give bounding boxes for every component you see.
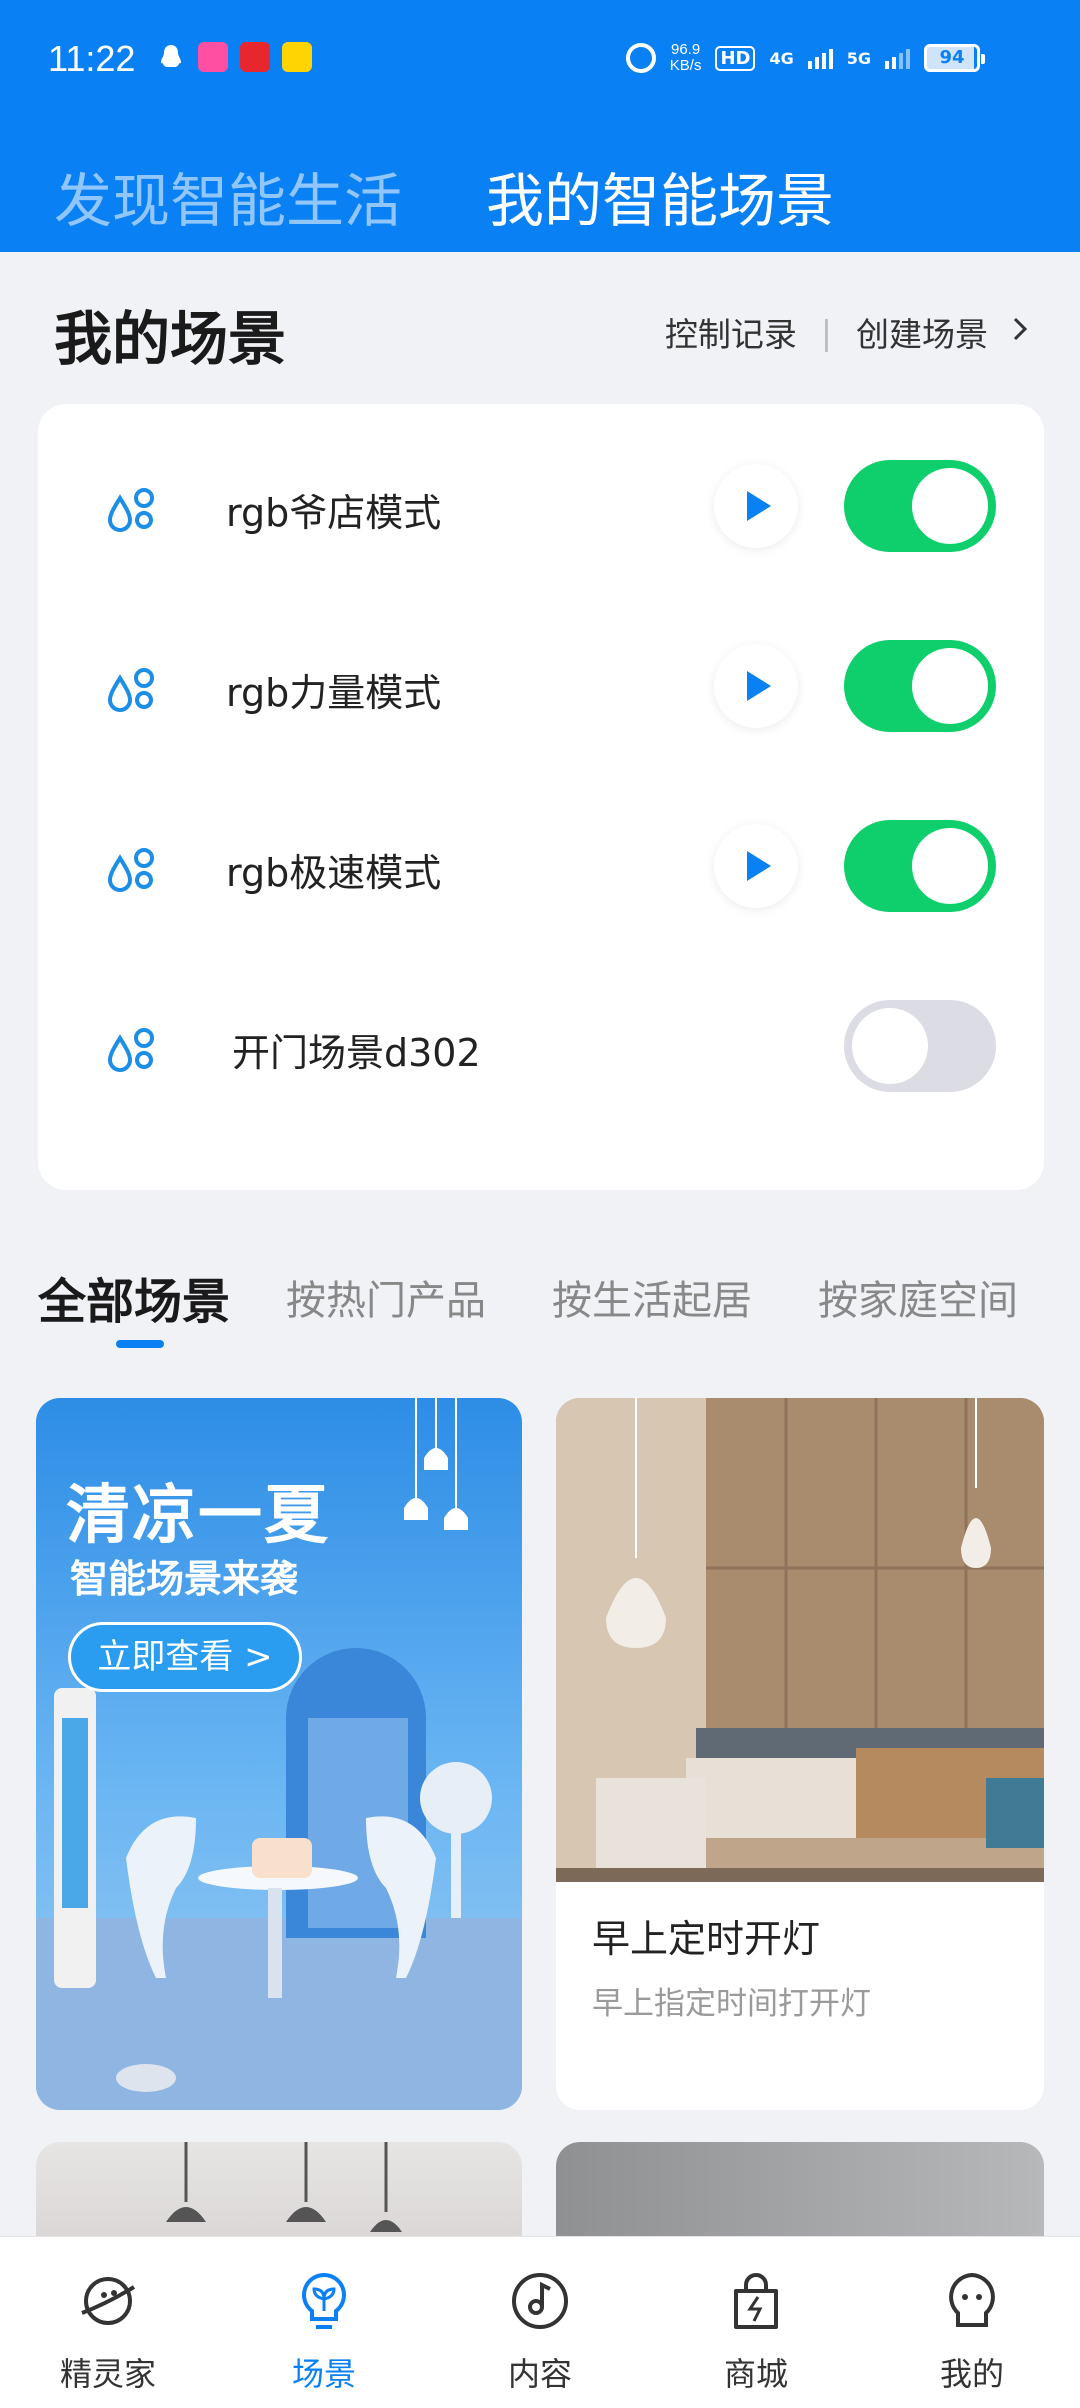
promo-title: 清凉一夏 xyxy=(66,1479,330,1553)
nav-item-mall[interactable]: 商城 xyxy=(648,2237,864,2408)
nav-item-content[interactable]: 内容 xyxy=(432,2237,648,2408)
my-scenes-title: 我的场景 xyxy=(54,305,287,373)
scene-toggle[interactable] xyxy=(844,460,996,552)
active-tab-indicator xyxy=(116,1340,164,1348)
tab-my-scenes[interactable]: 我的智能场景 xyxy=(486,154,834,238)
play-button[interactable] xyxy=(714,464,798,548)
bulb-leaf-icon xyxy=(302,2272,346,2329)
bedroom-image xyxy=(556,1398,1044,1882)
scene-card-morning-light[interactable]: 早上定时开灯 早上指定时间打开灯 xyxy=(556,1398,1044,2110)
nav-label: 内容 xyxy=(507,2355,572,2393)
scene-name: rgb力量模式 xyxy=(226,671,442,715)
scene-row[interactable]: rgb极速模式 xyxy=(38,776,1044,956)
nav-label: 精灵家 xyxy=(59,2355,156,2393)
nav-label: 商城 xyxy=(723,2355,788,2393)
promo-view-button[interactable]: 立即查看 > xyxy=(68,1622,302,1692)
net-speed-value: 96.9 xyxy=(671,41,701,58)
music-note-icon xyxy=(512,2273,568,2329)
bottom-nav: 精灵家 场景 内容 商城 我的 xyxy=(0,2236,1080,2408)
promo-subtitle: 智能场景来袭 xyxy=(70,1557,299,1601)
shopping-bag-icon xyxy=(734,2273,778,2329)
play-button[interactable] xyxy=(714,644,798,728)
create-scene-link[interactable]: 创建场景 xyxy=(856,308,988,356)
header-bar: 11:22 96.9 KB/s HD 4G 5G 94 发现智能生活 我的智能场… xyxy=(0,0,1080,252)
scene-drops-icon xyxy=(107,488,154,532)
scene-name: 开门场景d302 xyxy=(232,1031,481,1075)
category-tabs: 全部场景 按热门产品 按生活起居 按家庭空间 xyxy=(38,1268,1080,1358)
yellow-app-icon xyxy=(282,42,312,72)
signal-4g-label: 4G xyxy=(769,48,794,68)
hd-badge: HD xyxy=(715,45,756,71)
nav-label: 场景 xyxy=(291,2355,356,2393)
chevron-right-icon[interactable] xyxy=(1010,312,1030,352)
tab-discover[interactable]: 发现智能生活 xyxy=(54,154,402,238)
scene-toggle[interactable] xyxy=(844,820,996,912)
alarm-icon xyxy=(625,43,656,73)
net-speed: 96.9 KB/s xyxy=(670,42,702,74)
planet-icon xyxy=(81,2277,136,2325)
scene-row[interactable]: rgb爷店模式 xyxy=(38,416,1044,596)
bedroom-illustration xyxy=(556,1398,1044,1882)
scene-name: rgb极速模式 xyxy=(226,851,442,895)
tab-daily-life[interactable]: 按生活起居 xyxy=(552,1268,752,1326)
tab-all-scenes[interactable]: 全部场景 xyxy=(38,1262,230,1332)
status-bar: 11:22 96.9 KB/s HD 4G 5G 94 xyxy=(0,0,1080,120)
play-icon xyxy=(747,851,771,881)
toggle-knob xyxy=(912,648,988,724)
signal-bars-icon xyxy=(885,47,910,69)
signal-bars-icon xyxy=(807,47,833,69)
tab-hot-products[interactable]: 按热门产品 xyxy=(286,1268,486,1326)
net-speed-unit: KB/s xyxy=(669,57,702,74)
scene-row[interactable]: 开门场景d302 xyxy=(38,956,1044,1136)
notification-icons xyxy=(156,42,312,72)
scene-drops-icon xyxy=(107,1028,154,1072)
scene-row[interactable]: rgb力量模式 xyxy=(38,596,1044,776)
signal-5g-label: 5G xyxy=(846,48,871,68)
scene-drops-icon xyxy=(107,848,154,892)
nav-label: 我的 xyxy=(939,2355,1004,2393)
red-app-icon xyxy=(240,42,270,72)
scene-card-description: 早上指定时间打开灯 xyxy=(592,1986,871,2022)
toggle-knob xyxy=(912,468,988,544)
scene-toggle[interactable] xyxy=(844,640,996,732)
toggle-knob xyxy=(912,828,988,904)
status-right: 96.9 KB/s HD 4G 5G 94 xyxy=(625,42,985,74)
promo-banner-card[interactable]: 清凉一夏 智能场景来袭 立即查看 > xyxy=(36,1398,522,2110)
status-time: 11:22 xyxy=(48,38,136,79)
play-button[interactable] xyxy=(714,824,798,908)
divider: | xyxy=(820,312,832,352)
toggle-knob xyxy=(852,1008,928,1084)
scene-drops-icon xyxy=(107,668,154,712)
qq-icon xyxy=(161,45,181,67)
lala-icon xyxy=(198,42,228,72)
scene-card-title: 早上定时开灯 xyxy=(592,1917,821,1961)
play-icon xyxy=(747,671,771,701)
nav-item-scenes[interactable]: 场景 xyxy=(216,2237,432,2408)
my-scenes-actions: 控制记录 | 创建场景 xyxy=(665,308,1030,356)
nav-item-home[interactable]: 精灵家 xyxy=(0,2237,216,2408)
play-icon xyxy=(747,491,771,521)
nav-item-me[interactable]: 我的 xyxy=(864,2237,1080,2408)
scene-toggle[interactable] xyxy=(844,1000,996,1092)
battery-icon: 94 xyxy=(924,44,985,72)
face-icon xyxy=(949,2272,995,2327)
scene-name: rgb爷店模式 xyxy=(226,491,442,535)
control-log-link[interactable]: 控制记录 xyxy=(665,308,797,356)
tab-home-space[interactable]: 按家庭空间 xyxy=(818,1268,1018,1326)
my-scenes-card: rgb爷店模式 rgb力量模式 rgb极速模式 开门场景d302 xyxy=(38,404,1044,1190)
